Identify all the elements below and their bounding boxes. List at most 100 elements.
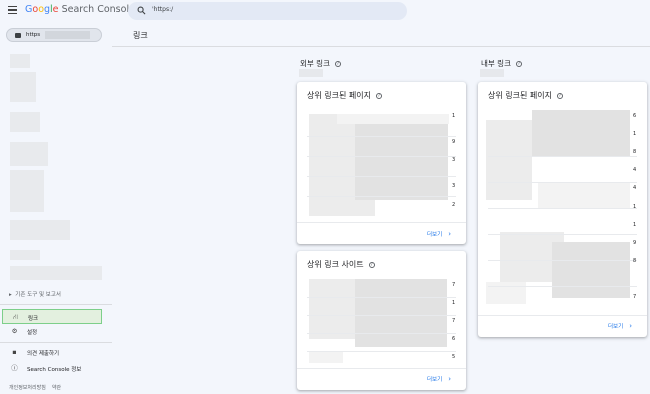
link-count: 1 <box>452 300 456 306</box>
redacted-page-urls <box>486 120 532 200</box>
row-divider <box>488 286 637 287</box>
info-icon: ⓘ <box>11 364 18 372</box>
row-divider <box>307 176 456 177</box>
redacted-page-urls <box>538 182 630 208</box>
help-icon[interactable]: ? <box>334 61 341 67</box>
logo-product-name: Search Console <box>61 4 135 15</box>
help-icon[interactable]: ? <box>556 93 563 99</box>
row-divider <box>307 315 456 316</box>
sidebar-item-links[interactable]: ⛙ 링크 <box>2 309 102 324</box>
card-title: 상위 링크된 페이지? <box>488 90 563 101</box>
link-count: 5 <box>452 354 456 360</box>
chevron-right-icon: › <box>448 375 451 383</box>
terms-link[interactable]: 약관 <box>52 385 61 391</box>
section-toggle-label: 기존 도구 및 보고서 <box>15 292 61 298</box>
redacted-total <box>480 69 504 77</box>
search-console-logo[interactable]: Google Search Console <box>25 4 135 15</box>
chevron-right-icon: › <box>629 322 632 330</box>
redacted-site-names <box>309 279 355 339</box>
link-count: 2 <box>452 202 456 208</box>
card-title: 상위 링크 사이트? <box>307 259 375 270</box>
chevron-right-icon: › <box>448 230 451 238</box>
redacted-nav-item <box>10 54 30 68</box>
sidebar-item-label: Search Console 정보 <box>27 367 82 373</box>
divider <box>112 46 650 47</box>
link-count: 7 <box>452 318 456 324</box>
row-divider <box>307 196 456 197</box>
row-divider <box>307 136 456 137</box>
redacted-property-url <box>45 31 90 39</box>
card-footer-divider <box>478 315 647 316</box>
sidebar-footer: 개인정보처리방침 약관 <box>9 384 61 391</box>
row-divider <box>307 333 456 334</box>
link-count: 8 <box>633 149 637 155</box>
link-count: 4 <box>633 167 637 173</box>
divider <box>0 342 112 343</box>
card-title: 상위 링크된 페이지? <box>307 90 382 101</box>
external-links-title: 외부 링크 <box>300 59 330 68</box>
search-value: 'https:/ <box>152 6 174 13</box>
page-title: 링크 <box>133 31 148 40</box>
row-divider <box>307 351 456 352</box>
search-icon <box>137 6 146 15</box>
link-count: 4 <box>633 185 637 191</box>
more-link-label: 더보기 <box>427 232 443 238</box>
redacted-page-urls <box>309 200 375 216</box>
row-divider <box>307 297 456 298</box>
sidebar-item-label: 의견 제출하기 <box>27 351 60 357</box>
redacted-total <box>299 69 323 77</box>
card-footer-divider <box>297 222 466 223</box>
more-link[interactable]: 더보기 › <box>427 230 451 238</box>
more-link[interactable]: 더보기 › <box>427 375 451 383</box>
redacted-page-urls <box>309 114 357 208</box>
row-divider <box>307 156 456 157</box>
privacy-link[interactable]: 개인정보처리방침 <box>9 385 46 391</box>
redacted-site-names <box>355 279 447 347</box>
internal-links-heading: 내부 링크? <box>481 58 522 69</box>
help-icon[interactable]: ? <box>368 262 375 268</box>
redacted-nav-item <box>10 72 36 102</box>
link-count: 1 <box>633 222 637 228</box>
section-toggle-legacy-tools[interactable]: ▸ 기존 도구 및 보고서 <box>9 290 61 298</box>
gear-icon: ⚙ <box>11 327 18 335</box>
card-title-text: 상위 링크된 페이지 <box>488 91 552 100</box>
link-count: 7 <box>452 282 456 288</box>
property-selector[interactable]: https <box>6 28 102 42</box>
card-title-text: 상위 링크된 페이지 <box>307 91 371 100</box>
sidebar-item-feedback[interactable]: ▪ 의견 제출하기 <box>2 345 102 360</box>
redacted-nav-item <box>10 170 44 212</box>
sidebar-item-label: 링크 <box>28 316 39 322</box>
redacted-page-urls <box>337 114 449 124</box>
row-divider <box>488 260 637 261</box>
link-count: 3 <box>452 157 456 163</box>
row-divider <box>488 156 637 157</box>
property-icon <box>15 33 21 38</box>
link-count: 6 <box>452 336 456 342</box>
divider <box>0 304 112 305</box>
more-link[interactable]: 더보기 › <box>608 322 632 330</box>
redacted-page-urls <box>552 242 630 298</box>
sidebar-item-settings[interactable]: ⚙ 설정 <box>2 324 102 339</box>
menu-icon[interactable] <box>8 6 17 15</box>
internal-top-pages-card: 상위 링크된 페이지? 6 1 8 4 4 1 1 9 8 7 더보기 › <box>478 82 647 337</box>
link-count: 1 <box>633 131 637 137</box>
link-count: 3 <box>452 183 456 189</box>
redacted-nav-item <box>10 220 70 240</box>
card-title-text: 상위 링크 사이트 <box>307 260 364 269</box>
link-count: 1 <box>633 204 637 210</box>
search-input[interactable]: 'https:/ <box>128 2 407 20</box>
help-icon[interactable]: ? <box>515 61 522 67</box>
link-count: 8 <box>633 258 637 264</box>
redacted-nav-item <box>10 142 48 166</box>
more-link-label: 더보기 <box>608 324 624 330</box>
row-divider <box>488 182 637 183</box>
external-top-sites-card: 상위 링크 사이트? 7 1 7 6 5 더보기 › <box>297 251 466 390</box>
external-links-heading: 외부 링크? <box>300 58 341 69</box>
help-icon[interactable]: ? <box>375 93 382 99</box>
links-icon: ⛙ <box>13 313 18 321</box>
property-label: https <box>26 32 41 38</box>
external-top-pages-card: 상위 링크된 페이지? 1 9 3 3 2 더보기 › <box>297 82 466 244</box>
sidebar-item-about[interactable]: ⓘ Search Console 정보 <box>2 361 102 376</box>
internal-links-title: 내부 링크 <box>481 59 511 68</box>
link-count: 9 <box>633 240 637 246</box>
